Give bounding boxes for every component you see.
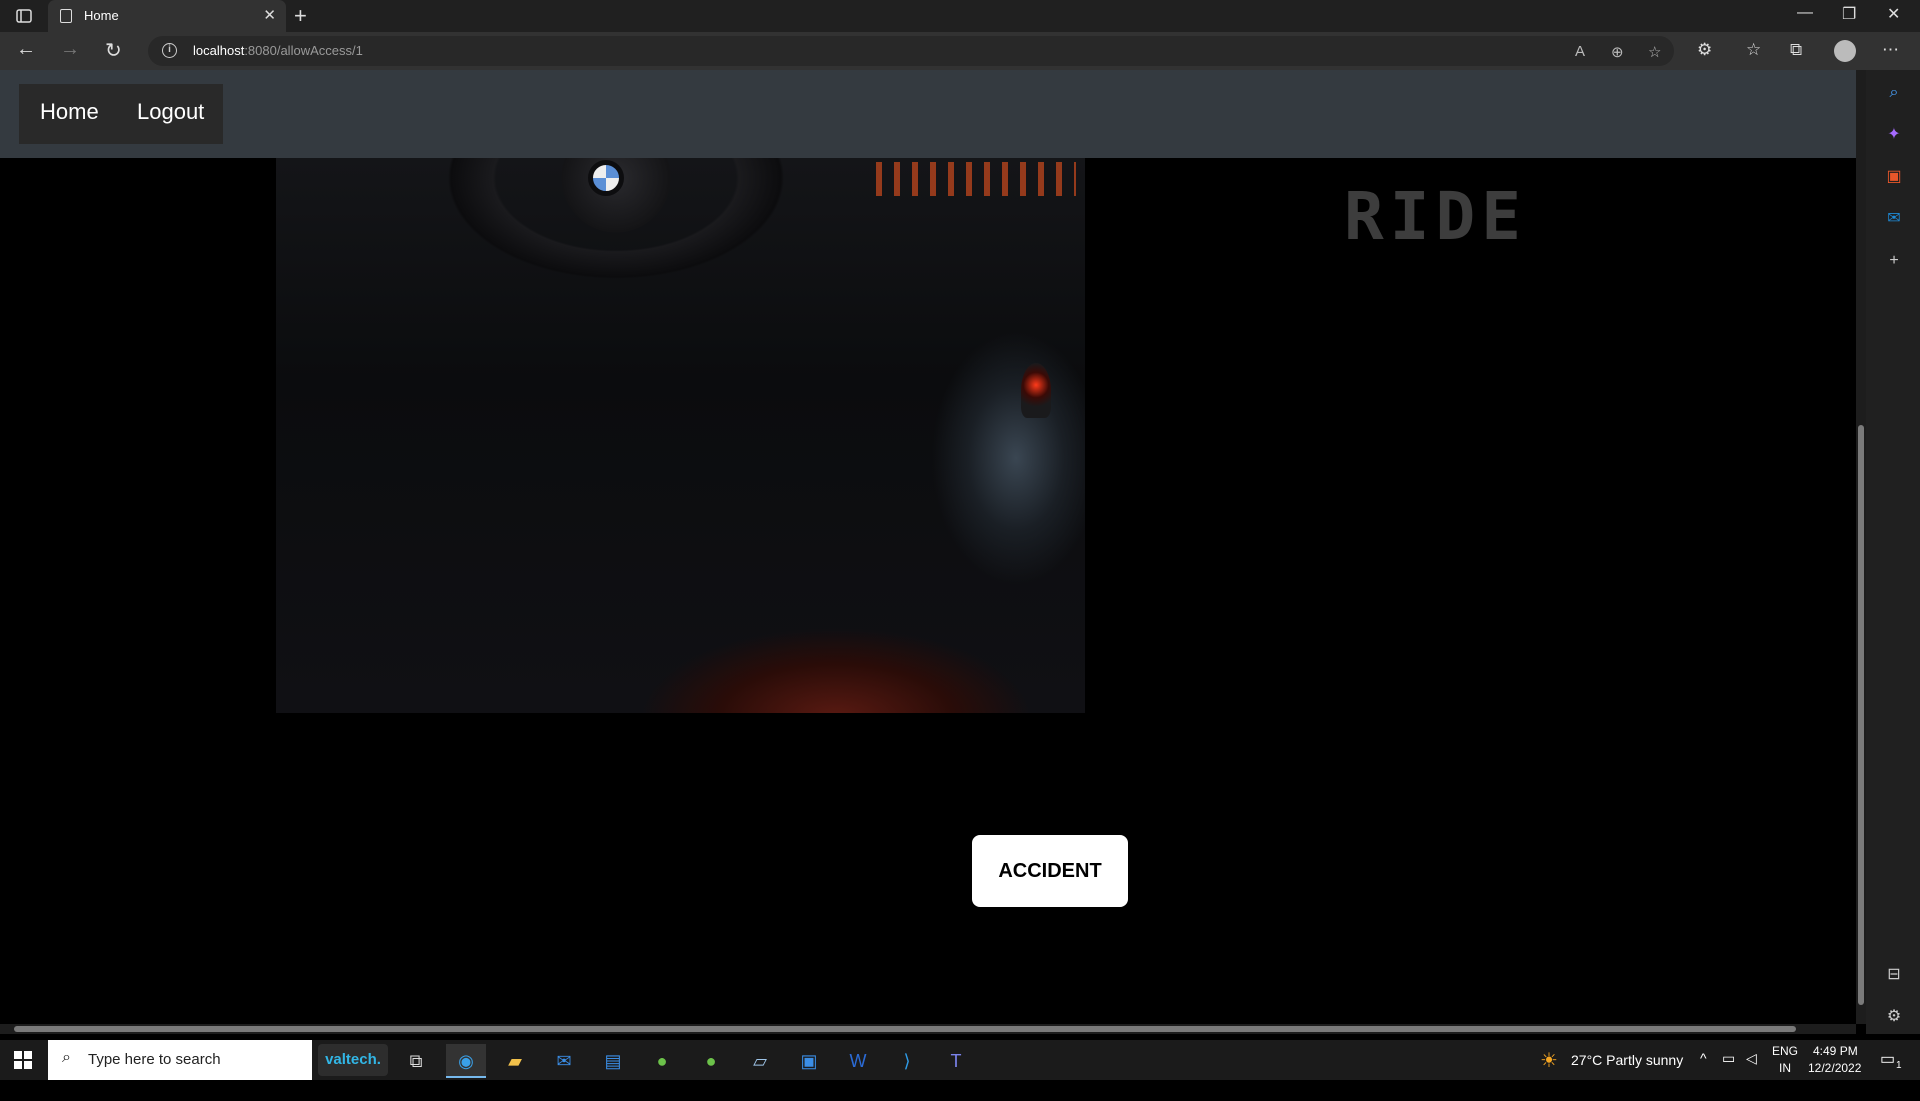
volume-icon[interactable]: ◁ [1746,1050,1757,1090]
task-view-icon[interactable]: ⧉ [396,1044,436,1078]
restore-icon[interactable]: ❐ [1842,4,1856,24]
search-icon[interactable]: ⌕ [1885,84,1903,102]
windows-taskbar: ⌕ Type here to search valtech. ⧉ ◉ ▰ ✉ ▤… [0,1040,1920,1080]
browser-tab-home[interactable]: Home ✕ [48,0,286,32]
weather-icon[interactable]: ☀ [1540,1048,1558,1088]
vscode-icon[interactable]: ⟩ [887,1044,927,1078]
notes-icon[interactable]: ▱ [740,1044,780,1078]
page-viewport: Home Logout RIDE ACCIDENT [0,70,1856,1024]
favorite-star-icon[interactable]: ☆ [1648,43,1661,61]
steering-wheel-logo [588,160,624,196]
new-tab-icon[interactable]: + [294,3,307,29]
discover-icon[interactable]: ✦ [1885,126,1903,144]
address-bar[interactable]: i localhost:8080/allowAccess/1 A ⊕ ☆ [148,36,1674,66]
sidebar-collapse-icon[interactable]: ⊟ [1885,966,1903,984]
vertical-scrollbar[interactable] [1856,70,1866,1024]
spring-tool-2-icon[interactable]: ● [691,1044,731,1078]
car-interior-image [276,158,1085,713]
more-menu-icon[interactable]: ⋯ [1882,40,1899,60]
horizontal-scroll-thumb[interactable] [14,1026,1796,1032]
weather-text[interactable]: 27°C Partly sunny [1571,1052,1683,1092]
teams-icon[interactable]: T [936,1044,976,1078]
site-navbar: Home Logout [0,70,1856,158]
notification-count: 1 [1896,1060,1902,1071]
network-icon[interactable]: ▭ [1722,1050,1735,1090]
zoom-icon[interactable]: ⊕ [1611,43,1624,61]
search-placeholder: Type here to search [88,1051,221,1068]
settings-icon[interactable]: ⚙ [1885,1008,1903,1026]
vertical-scroll-thumb[interactable] [1858,425,1864,1005]
url-text[interactable]: localhost:8080/allowAccess/1 [193,43,363,58]
tab-actions-icon[interactable] [10,6,38,26]
outlook-icon[interactable]: ✉ [1885,210,1903,228]
read-aloud-icon[interactable]: A [1575,43,1585,60]
accident-button[interactable]: ACCIDENT [972,835,1128,907]
show-hidden-icons[interactable]: ^ [1700,1050,1707,1090]
edge-sidebar: ⌕ ✦ ▣ ✉ + ⊟ ⚙ [1866,70,1920,1034]
notifications-icon[interactable]: ▭ [1880,1049,1895,1089]
extensions-icon[interactable]: ⚙ [1697,40,1712,60]
dashboard-lights [876,162,1076,196]
search-icon: ⌕ [62,1049,71,1066]
collections-icon[interactable]: ⧉ [1790,40,1802,60]
forward-icon[interactable]: → [60,38,80,61]
favorites-icon[interactable]: ☆ [1746,40,1761,60]
nav-links: Home Logout [19,84,223,144]
site-info-icon[interactable]: i [162,43,177,58]
window-close-icon[interactable]: ✕ [1887,4,1900,24]
language-bottom[interactable]: IN [1779,1061,1791,1101]
close-tab-icon[interactable]: ✕ [263,6,276,24]
back-icon[interactable]: ← [16,38,36,61]
mail-icon[interactable]: ✉ [544,1044,584,1078]
horizontal-scrollbar[interactable] [0,1024,1856,1034]
gear-shifter [1021,363,1051,418]
clock-date[interactable]: 12/2/2022 [1808,1061,1861,1101]
word-icon[interactable]: W [838,1044,878,1078]
windows-start-icon[interactable] [14,1051,32,1069]
file-explorer-icon[interactable]: ▰ [495,1044,535,1078]
ride-heading: RIDE [1344,178,1527,255]
browser-tab-strip: Home ✕ + — ❐ ✕ [0,0,1920,32]
minimize-icon[interactable]: — [1797,4,1813,22]
browser-toolbar: ← → ↻ i localhost:8080/allowAccess/1 A ⊕… [0,32,1920,70]
valtech-app[interactable]: valtech. [318,1044,388,1076]
edge-browser-icon[interactable]: ◉ [446,1044,486,1078]
refresh-icon[interactable]: ↻ [105,38,122,63]
add-icon[interactable]: + [1885,252,1903,270]
office-icon[interactable]: ▣ [1885,168,1903,186]
profile-avatar[interactable] [1834,40,1856,62]
page-icon [60,9,72,23]
tab-title: Home [84,8,119,23]
spring-tool-icon[interactable]: ● [642,1044,682,1078]
nav-home-link[interactable]: Home [40,99,99,125]
photos-icon[interactable]: ▣ [789,1044,829,1078]
nav-logout-link[interactable]: Logout [137,99,204,125]
store-icon[interactable]: ▤ [593,1044,633,1078]
taskbar-search[interactable]: ⌕ Type here to search [48,1040,312,1080]
